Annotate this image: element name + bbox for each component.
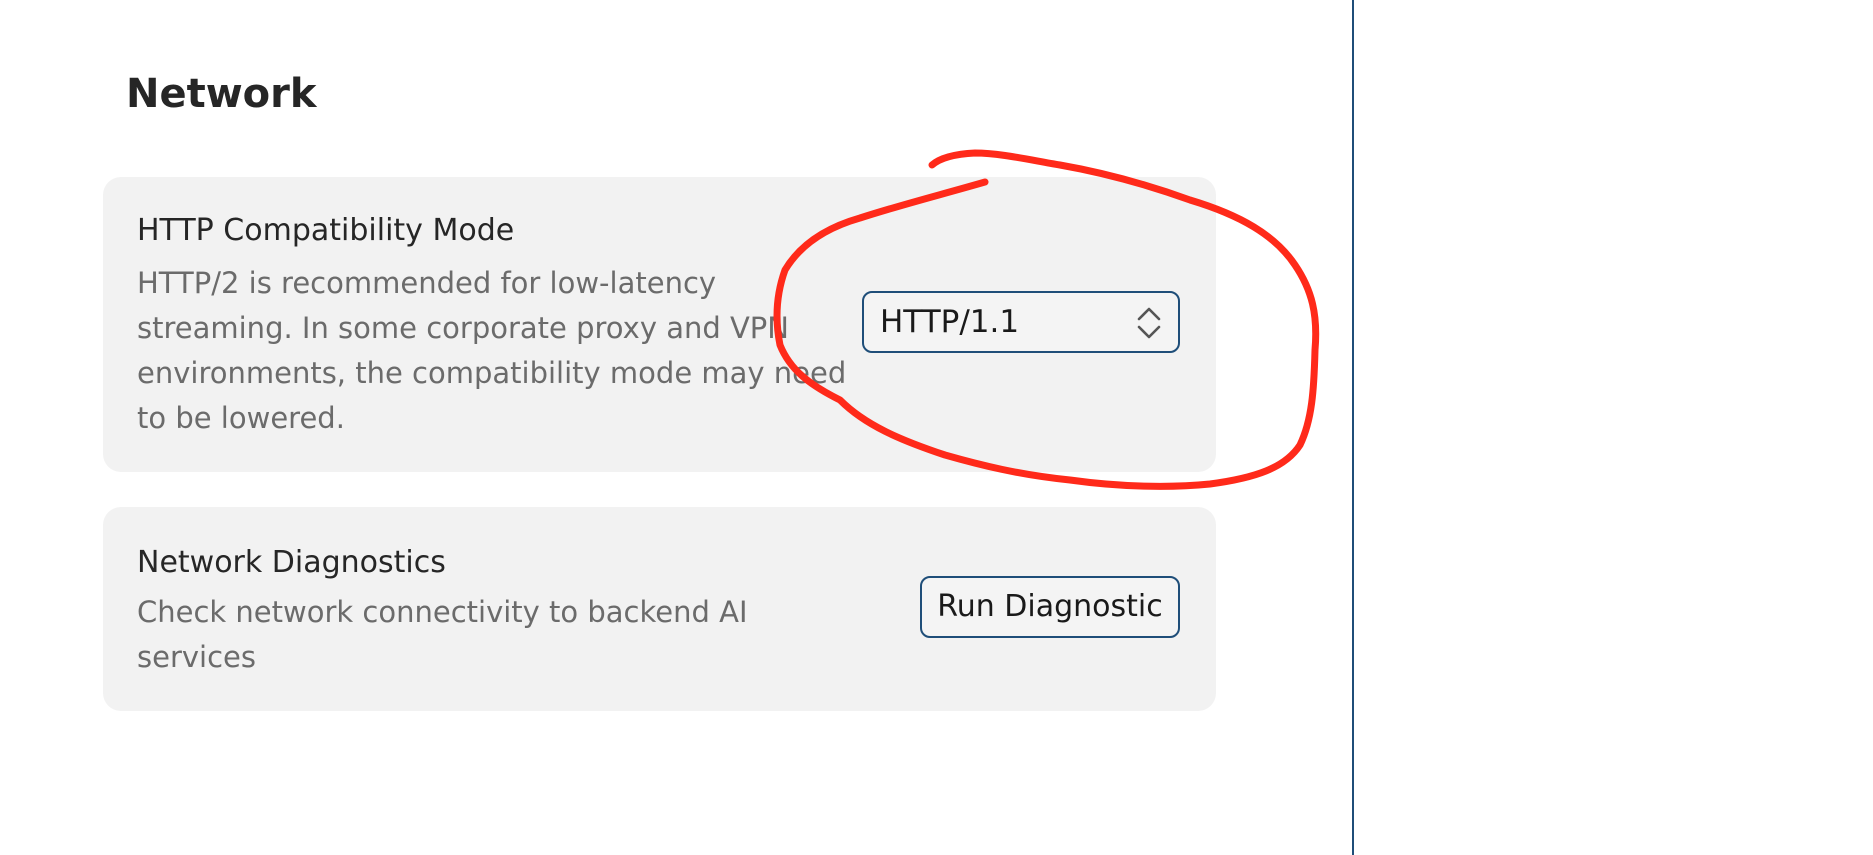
- run-diagnostic-button[interactable]: Run Diagnostic: [920, 576, 1180, 638]
- right-pane: [1354, 0, 1873, 855]
- http-compatibility-card: HTTP Compatibility Mode HTTP/2 is recomm…: [103, 177, 1216, 472]
- http-compatibility-description: HTTP/2 is recommended for low-latency st…: [137, 266, 847, 435]
- network-diagnostics-title: Network Diagnostics: [137, 545, 446, 580]
- page-title: Network: [126, 71, 317, 117]
- http-compatibility-title: HTTP Compatibility Mode: [137, 213, 515, 248]
- settings-panel: Network HTTP Compatibility Mode HTTP/2 i…: [0, 0, 1352, 855]
- http-mode-select[interactable]: HTTP/1.1: [862, 291, 1180, 353]
- chevron-up-down-icon: [1137, 307, 1161, 339]
- network-diagnostics-card: Network Diagnostics Check network connec…: [103, 507, 1216, 711]
- http-mode-selected-value: HTTP/1.1: [880, 304, 1020, 340]
- settings-window: Network HTTP Compatibility Mode HTTP/2 i…: [0, 0, 1873, 855]
- network-diagnostics-description: Check network connectivity to backend AI…: [137, 595, 748, 674]
